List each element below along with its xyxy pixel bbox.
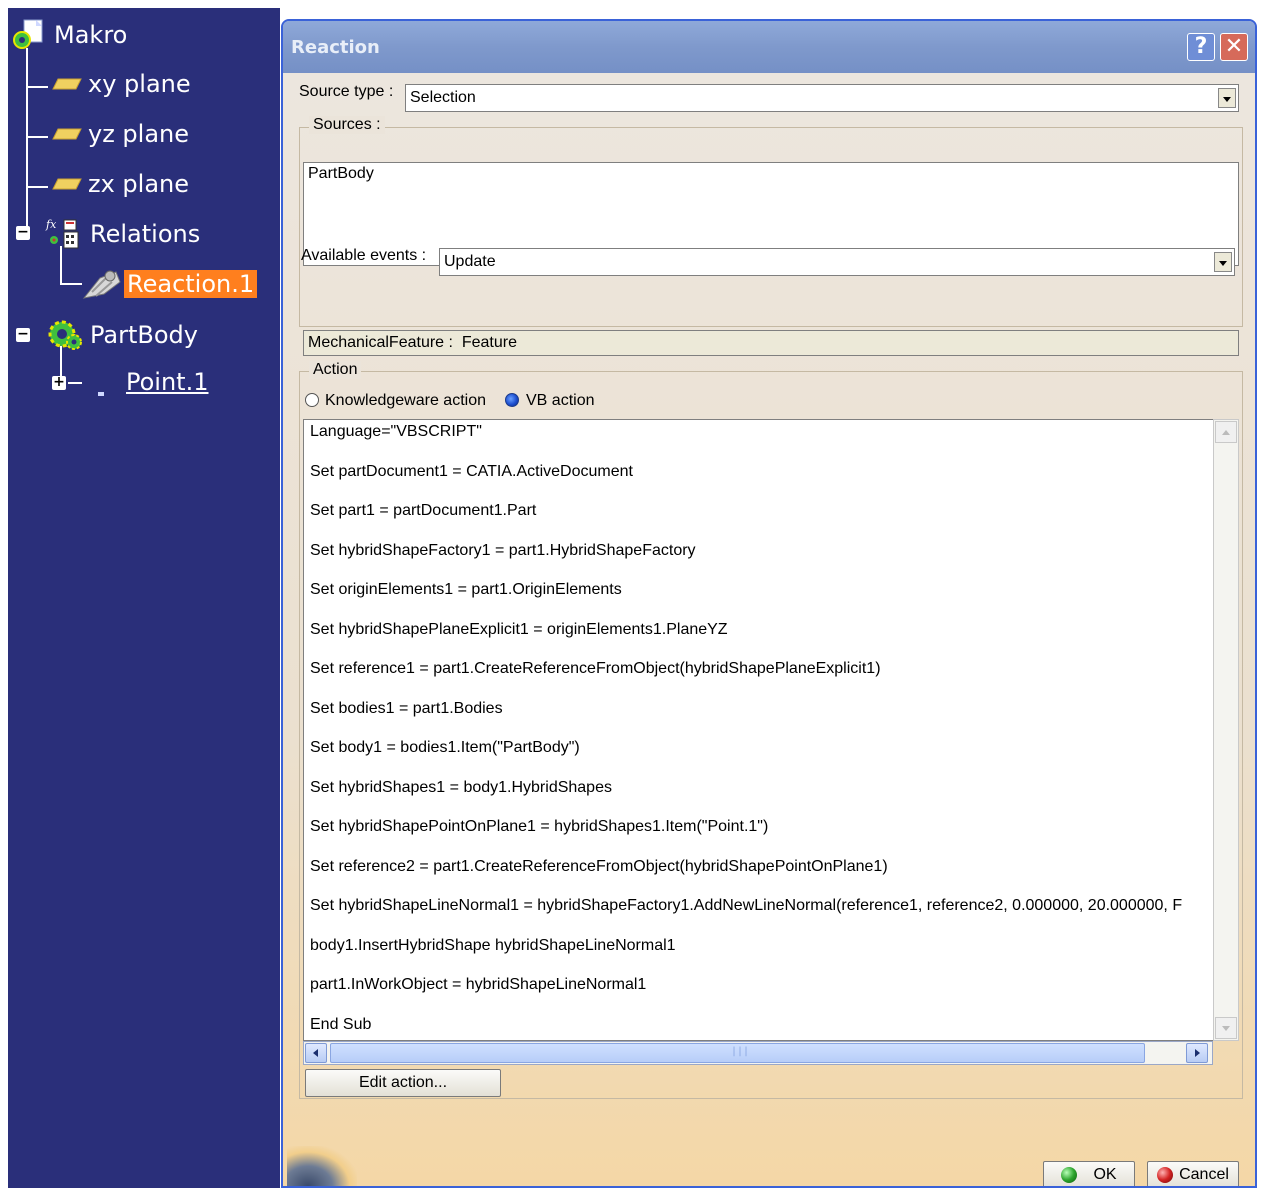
tree-connector <box>26 186 48 188</box>
available-events-value: Update <box>444 253 496 270</box>
source-type-value: Selection <box>410 89 476 106</box>
tree-item-point[interactable]: Point.1 <box>96 368 209 396</box>
specification-tree: Makro xy plane yz plane zx plane − fx Re… <box>8 8 280 1188</box>
code-line: Set bodies1 = part1.Bodies <box>310 699 503 717</box>
scroll-up-button[interactable] <box>1215 421 1237 443</box>
knowledgeware-action-label[interactable]: Knowledgeware action <box>325 392 486 410</box>
cancel-label: Cancel <box>1179 1166 1229 1183</box>
tree-connector <box>60 283 82 285</box>
code-line: part1.InWorkObject = hybridShapeLineNorm… <box>310 976 647 993</box>
scroll-down-button[interactable] <box>1215 1017 1237 1039</box>
dialog-title: Reaction <box>291 37 380 58</box>
action-group-label: Action <box>309 361 362 379</box>
vb-action-radio[interactable] <box>505 393 519 407</box>
plane-icon <box>52 178 82 190</box>
tree-label: xy plane <box>88 70 191 98</box>
tree-item-xy-plane[interactable]: xy plane <box>52 70 191 98</box>
code-line: body1.InsertHybridShape hybridShapeLineN… <box>310 936 676 954</box>
ok-icon <box>1061 1167 1078 1183</box>
tree-label: Point.1 <box>126 368 209 396</box>
available-events-label: Available events : <box>301 247 427 264</box>
close-button[interactable]: ✕ <box>1220 33 1248 61</box>
reaction-dialog: Reaction ? ✕ Source type : Selection Sou… <box>281 19 1257 1188</box>
dialog-titlebar[interactable]: Reaction ? ✕ <box>283 21 1255 73</box>
knowledgeware-action-radio[interactable] <box>305 393 319 407</box>
source-type-label: Source type : <box>299 83 394 100</box>
part-document-icon <box>10 18 48 52</box>
sources-list-item[interactable]: PartBody <box>308 165 1234 183</box>
chevron-down-icon[interactable] <box>1214 252 1232 272</box>
code-line: Set partDocument1 = CATIA.ActiveDocument <box>310 462 633 480</box>
code-line: Set hybridShapeLineNormal1 = hybridShape… <box>310 897 1183 914</box>
scroll-right-button[interactable] <box>1186 1043 1208 1063</box>
tree-label-selected: Reaction.1 <box>124 270 258 298</box>
tree-item-partbody[interactable]: PartBody <box>44 316 198 354</box>
code-line: Set hybridShapes1 = body1.HybridShapes <box>310 778 612 796</box>
tree-label: PartBody <box>90 321 198 349</box>
reaction-icon <box>80 264 124 304</box>
vertical-scrollbar[interactable] <box>1213 419 1239 1041</box>
expand-point-toggle[interactable]: + <box>52 375 66 390</box>
vb-action-label[interactable]: VB action <box>526 392 594 410</box>
vb-code-editor[interactable]: Language="VBSCRIPT" Set partDocument1 = C… <box>303 419 1213 1041</box>
cancel-button[interactable]: Cancel <box>1147 1161 1239 1186</box>
tree-label: yz plane <box>88 120 190 148</box>
tree-root-makro[interactable]: Makro <box>10 18 127 52</box>
collapse-relations-toggle[interactable]: − <box>16 225 30 240</box>
dialog-body: Source type : Selection Sources : PartBo… <box>283 73 1255 1186</box>
tree-label: Relations <box>90 220 201 248</box>
catia-logo-swoosh <box>287 1146 357 1186</box>
edit-action-button[interactable]: Edit action... <box>305 1069 501 1097</box>
code-line: Set originElements1 = part1.OriginElemen… <box>310 581 622 598</box>
relations-icon: fx <box>44 216 84 252</box>
tree-item-relations[interactable]: fx Relations <box>44 216 200 252</box>
chevron-down-icon[interactable] <box>1218 88 1236 108</box>
tree-item-yz-plane[interactable]: yz plane <box>52 120 189 148</box>
tree-item-zx-plane[interactable]: zx plane <box>52 170 189 198</box>
tree-connector <box>26 48 28 236</box>
svg-text:fx: fx <box>45 218 57 231</box>
body-gear-icon <box>44 316 84 354</box>
code-line: Language="VBSCRIPT" <box>310 423 482 440</box>
tree-connector <box>26 86 48 88</box>
cancel-icon <box>1157 1167 1174 1183</box>
ok-button[interactable]: OK <box>1043 1161 1135 1186</box>
code-line: Set hybridShapePlaneExplicit1 = originEl… <box>310 620 728 638</box>
code-line: End Sub <box>310 1015 372 1033</box>
scroll-thumb[interactable] <box>330 1043 1145 1063</box>
help-button[interactable]: ? <box>1187 33 1215 61</box>
ok-label: OK <box>1093 1166 1117 1183</box>
code-line: Set hybridShapePointOnPlane1 = hybridSha… <box>310 818 769 835</box>
plane-icon <box>52 78 82 90</box>
source-type-combo[interactable]: Selection <box>405 84 1239 112</box>
code-line: Set body1 = bodies1.Item("PartBody") <box>310 739 580 756</box>
code-line: Set reference2 = part1.CreateReferenceFr… <box>310 857 888 875</box>
tree-item-reaction[interactable]: Reaction.1 <box>80 264 258 304</box>
collapse-partbody-toggle[interactable]: − <box>16 327 30 342</box>
edit-action-label: Edit action... <box>358 1074 448 1091</box>
tree-label: zx plane <box>88 170 190 198</box>
code-line: Set part1 = partDocument1.Part <box>310 502 537 519</box>
available-events-combo[interactable]: Update <box>439 248 1235 276</box>
scroll-left-button[interactable] <box>305 1043 327 1063</box>
tree-connector <box>68 382 82 384</box>
plane-icon <box>52 128 82 140</box>
horizontal-scrollbar[interactable] <box>303 1041 1213 1065</box>
sources-label: Sources : <box>309 116 385 134</box>
tree-connector <box>26 136 48 138</box>
code-line: Set hybridShapeFactory1 = part1.HybridSh… <box>310 541 696 559</box>
point-icon <box>96 377 106 396</box>
tree-label: Makro <box>54 21 128 49</box>
code-line: Set reference1 = part1.CreateReferenceFr… <box>310 660 881 677</box>
mechanical-feature-field: MechanicalFeature : Feature <box>303 330 1239 356</box>
